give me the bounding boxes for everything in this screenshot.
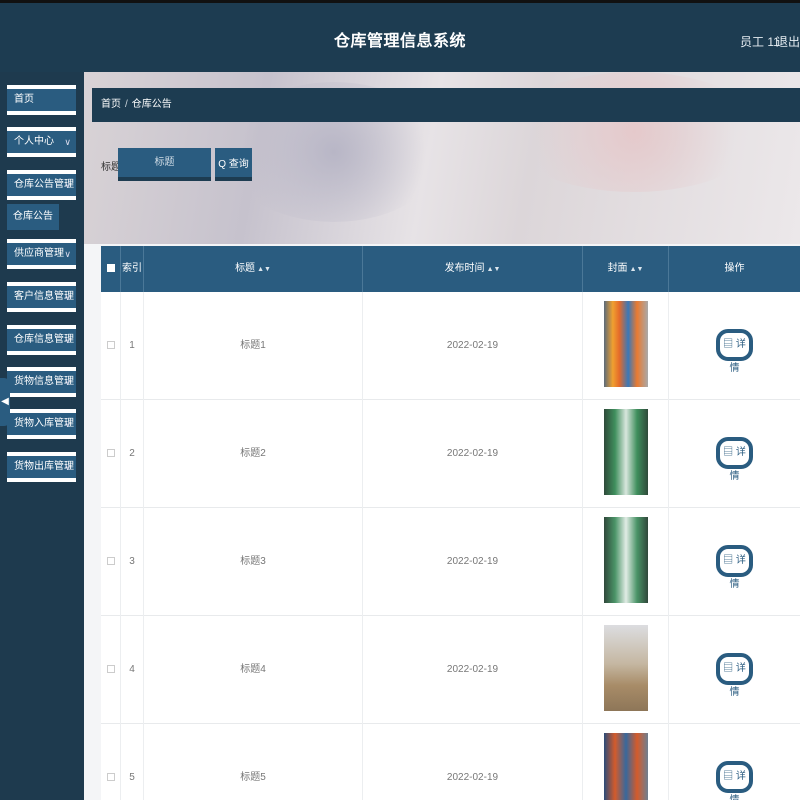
column-header-label: 标题 — [235, 263, 256, 274]
row-checkbox[interactable] — [101, 724, 121, 800]
checkbox-icon — [106, 341, 115, 350]
row-index: 4 — [121, 616, 144, 724]
cover-image[interactable] — [604, 733, 648, 800]
table-row: 2 标题2 2022-02-19 ▤ 详情 — [101, 400, 800, 508]
chevron-down-icon: ∨ — [64, 137, 71, 147]
row-date: 2022-02-19 — [363, 508, 583, 616]
chevron-down-icon: ∨ — [64, 292, 71, 302]
row-operation: ▤ 详情 — [669, 616, 800, 724]
row-operation: ▤ 详情 — [669, 508, 800, 616]
row-operation: ▤ 详情 — [669, 724, 800, 800]
chevron-down-icon: ∨ — [64, 180, 71, 190]
detail-button[interactable]: ▤ 详情 — [716, 437, 753, 482]
table-row: 3 标题3 2022-02-19 ▤ 详情 — [101, 508, 800, 616]
column-header-label: 封面 — [607, 263, 628, 274]
row-cover — [583, 400, 669, 508]
main-content: 首页/仓库公告 标题 Q 查询 索引 标题▲▼ 发布时间▲▼ 封面▲▼ 操作 1… — [84, 72, 800, 800]
row-date: 2022-02-19 — [363, 400, 583, 508]
logout-link[interactable]: 退出登录 — [776, 33, 800, 50]
top-header: 仓库管理信息系统 员工 11 退出登录 — [0, 0, 800, 72]
table-row: 1 标题1 2022-02-19 ▤ 详情 — [101, 292, 800, 400]
row-checkbox[interactable] — [101, 616, 121, 724]
title-search-input[interactable] — [118, 148, 211, 181]
row-title: 标题1 — [144, 292, 363, 400]
search-button[interactable]: Q 查询 — [215, 148, 252, 181]
sidebar-item-goods-mgmt[interactable]: 货物信息管理 ∨ — [7, 367, 76, 397]
detail-button[interactable]: ▤ 详情 — [716, 653, 753, 698]
table-row: 5 标题5 2022-02-19 ▤ 详情 — [101, 724, 800, 800]
sort-icon[interactable]: ▲▼ — [487, 266, 501, 273]
sidebar-item-supplier-mgmt[interactable]: 供应商管理 ∨ — [7, 239, 76, 269]
breadcrumb-separator: / — [125, 99, 128, 110]
row-title: 标题2 — [144, 400, 363, 508]
checkbox-icon — [106, 264, 115, 273]
checkbox-icon — [106, 557, 115, 566]
row-cover — [583, 292, 669, 400]
sidebar: 首页 个人中心 ∨ 仓库公告管理 ∨ 仓库公告 供应商管理 ∨ 客户信息管理 ∨… — [0, 72, 84, 800]
sidebar-item-personal-center[interactable]: 个人中心 ∨ — [7, 127, 76, 157]
table-row: 4 标题4 2022-02-19 ▤ 详情 — [101, 616, 800, 724]
cover-image[interactable] — [604, 517, 648, 603]
sidebar-item-customer-mgmt[interactable]: 客户信息管理 ∨ — [7, 282, 76, 312]
detail-button[interactable]: ▤ 详情 — [716, 545, 753, 590]
sidebar-collapse-icon[interactable]: ◀ — [0, 378, 10, 426]
select-all-checkbox[interactable] — [101, 246, 121, 292]
row-date: 2022-02-19 — [363, 292, 583, 400]
row-checkbox[interactable] — [101, 400, 121, 508]
checkbox-icon — [106, 665, 115, 674]
checkbox-icon — [106, 449, 115, 458]
sidebar-item-home[interactable]: 首页 — [7, 85, 76, 115]
row-operation: ▤ 详情 — [669, 292, 800, 400]
column-header-date[interactable]: 发布时间 ▲▼ — [363, 246, 583, 292]
column-header-title[interactable]: 标题 ▲▼ — [144, 246, 363, 292]
cover-image[interactable] — [604, 625, 648, 711]
cover-image[interactable] — [604, 409, 648, 495]
row-date: 2022-02-19 — [363, 616, 583, 724]
checkbox-icon — [106, 773, 115, 782]
row-cover — [583, 724, 669, 800]
row-index: 1 — [121, 292, 144, 400]
row-operation: ▤ 详情 — [669, 400, 800, 508]
breadcrumb-home[interactable]: 首页 — [101, 99, 121, 110]
column-header-cover[interactable]: 封面 ▲▼ — [583, 246, 669, 292]
breadcrumb-current: 仓库公告 — [131, 99, 172, 110]
row-index: 5 — [121, 724, 144, 800]
row-checkbox[interactable] — [101, 508, 121, 616]
row-cover — [583, 616, 669, 724]
row-title: 标题4 — [144, 616, 363, 724]
chevron-down-icon: ∨ — [64, 335, 71, 345]
detail-button[interactable]: ▤ 详情 — [716, 761, 753, 800]
row-date: 2022-02-19 — [363, 724, 583, 800]
row-title: 标题5 — [144, 724, 363, 800]
sidebar-item-label: 供应商管理 — [14, 248, 64, 259]
chevron-down-icon: ∨ — [64, 419, 71, 429]
row-checkbox[interactable] — [101, 292, 121, 400]
row-cover — [583, 508, 669, 616]
sidebar-item-inbound-mgmt[interactable]: 货物入库管理 ∨ — [7, 409, 76, 439]
sidebar-subitem-announcement[interactable]: 仓库公告 — [7, 204, 59, 230]
row-index: 2 — [121, 400, 144, 508]
column-header-index: 索引 — [121, 246, 144, 292]
current-user: 员工 11 — [740, 35, 780, 49]
detail-button[interactable]: ▤ 详情 — [716, 329, 753, 374]
table-header: 索引 标题 ▲▼ 发布时间 ▲▼ 封面 ▲▼ 操作 — [101, 246, 800, 292]
column-header-label: 发布时间 — [444, 263, 485, 274]
breadcrumb: 首页 / 仓库公告 — [92, 88, 800, 122]
sidebar-item-announcement-mgmt[interactable]: 仓库公告管理 ∨ — [7, 170, 76, 200]
announcement-table: 索引 标题 ▲▼ 发布时间 ▲▼ 封面 ▲▼ 操作 1 标题1 2022-02-19 … — [101, 246, 800, 800]
app-title: 仓库管理信息系统 — [333, 33, 466, 50]
sidebar-item-label: 个人中心 — [14, 136, 54, 147]
sidebar-item-outbound-mgmt[interactable]: 货物出库管理 ∨ — [7, 452, 76, 482]
cover-image[interactable] — [604, 301, 648, 387]
sidebar-item-warehouse-mgmt[interactable]: 仓库信息管理 ∨ — [7, 325, 76, 355]
chevron-down-icon: ∨ — [64, 462, 71, 472]
chevron-down-icon: ∨ — [64, 249, 71, 259]
sort-icon[interactable]: ▲▼ — [257, 266, 271, 273]
column-header-operation: 操作 — [724, 263, 745, 274]
sort-icon[interactable]: ▲▼ — [630, 266, 644, 273]
row-index: 3 — [121, 508, 144, 616]
chevron-down-icon: ∨ — [64, 377, 71, 387]
row-title: 标题3 — [144, 508, 363, 616]
sidebar-item-label: 首页 — [14, 94, 34, 105]
